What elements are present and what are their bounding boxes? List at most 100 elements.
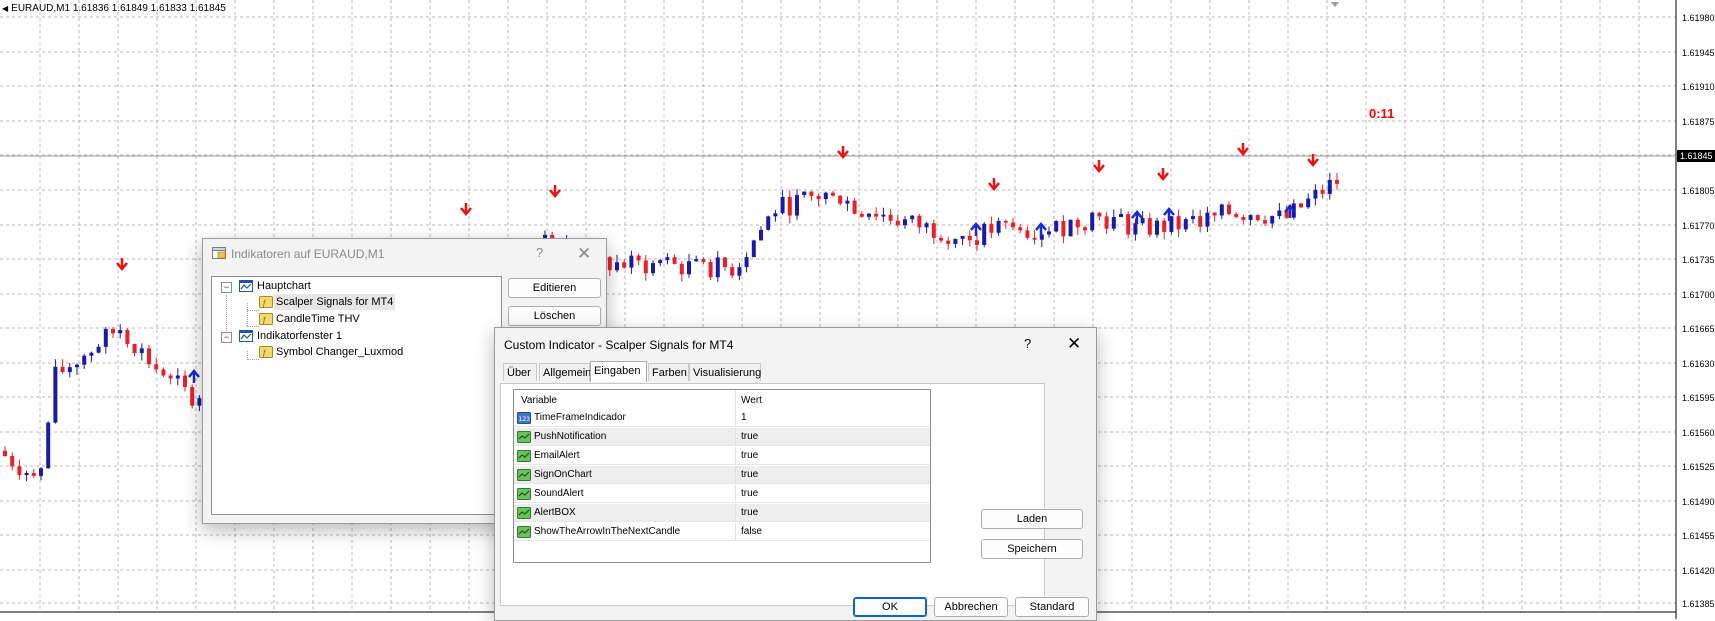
indicators-tree[interactable]: − Hauptchart f Scalper Signals for MT4 f… — [211, 276, 502, 515]
variable-value[interactable]: true — [741, 447, 758, 465]
candle-body — [1119, 214, 1123, 217]
price-axis-label: 1.61875 — [1682, 117, 1715, 127]
candle-body — [766, 216, 771, 230]
table-row[interactable]: EmailAlert true — [514, 447, 930, 465]
candle-body — [687, 261, 691, 275]
bool-icon — [517, 431, 531, 443]
candle-body — [859, 213, 864, 217]
tab-farben[interactable]: Farben — [648, 363, 689, 381]
table-row[interactable]: SoundAlert true — [514, 485, 930, 503]
price-axis-label: 1.61700 — [1682, 290, 1715, 300]
candle-body — [1054, 221, 1059, 232]
column-variable[interactable]: Variable — [521, 395, 557, 406]
price-axis-label: 1.61945 — [1682, 48, 1715, 58]
candle-body — [1205, 212, 1210, 227]
candle-body — [1191, 216, 1195, 220]
variable-value[interactable]: false — [741, 523, 762, 541]
close-icon[interactable]: ✕ — [1067, 335, 1081, 352]
default-button[interactable]: Standard — [1015, 597, 1089, 617]
candle-body — [1011, 222, 1015, 228]
candle-body — [1277, 210, 1282, 217]
candle-body — [1090, 212, 1095, 231]
candle-body — [125, 330, 130, 344]
candle-body — [10, 455, 15, 467]
candle-body — [823, 192, 828, 200]
variable-value[interactable]: true — [741, 504, 758, 522]
candle-body — [802, 191, 807, 196]
price-axis-label: 1.61980 — [1682, 13, 1715, 23]
candle-body — [132, 343, 137, 354]
table-row[interactable]: SignOnChart true — [514, 466, 930, 484]
price-axis-label: 1.61560 — [1682, 428, 1715, 438]
candle-body — [147, 348, 151, 365]
inputs-table[interactable]: Variable Wert 123 TimeFrameIndicador 1 Push… — [513, 389, 931, 563]
ok-button[interactable]: OK — [853, 597, 927, 617]
price-axis-label: 1.61525 — [1682, 462, 1715, 472]
variable-value[interactable]: 1 — [741, 409, 747, 427]
column-wert[interactable]: Wert — [741, 395, 762, 406]
save-button[interactable]: Speichern — [981, 539, 1083, 559]
table-row[interactable]: 123 TimeFrameIndicador 1 — [514, 409, 930, 427]
candle-body — [1075, 219, 1080, 228]
table-row[interactable]: AlertBOX true — [514, 504, 930, 522]
tree-item-candletime[interactable]: CandleTime THV — [274, 311, 362, 327]
candle-body — [1241, 217, 1246, 220]
candle-body — [917, 215, 922, 228]
candle-body — [39, 468, 43, 476]
variable-value[interactable]: true — [741, 485, 758, 503]
variable-value[interactable]: true — [741, 466, 758, 484]
edit-button[interactable]: Editieren — [508, 278, 601, 298]
price-axis-label: 1.61630 — [1682, 359, 1715, 369]
help-button[interactable]: ? — [536, 245, 543, 260]
close-icon[interactable]: ✕ — [577, 245, 591, 262]
collapse-indikatorfenster-icon[interactable]: − — [221, 332, 232, 343]
table-row[interactable]: ShowTheArrowInTheNextCandle false — [514, 523, 930, 541]
candle-body — [615, 262, 619, 271]
candle-body — [118, 330, 123, 334]
candle-body — [17, 466, 22, 476]
candle-body — [939, 237, 943, 241]
candle-body — [773, 213, 778, 217]
candle-body — [139, 348, 144, 354]
load-button[interactable]: Laden — [981, 509, 1083, 529]
candle-body — [658, 260, 663, 264]
candle-body — [1313, 189, 1318, 199]
tree-item-symbol-changer[interactable]: Symbol Changer_Luxmod — [274, 344, 405, 360]
candle-body — [910, 215, 915, 220]
indicators-window-icon — [212, 247, 226, 259]
price-axis-label: 1.61910 — [1682, 82, 1715, 92]
candle-body — [867, 213, 871, 217]
cancel-button[interactable]: Abbrechen — [934, 597, 1008, 617]
candle-body — [960, 235, 965, 239]
table-row[interactable]: PushNotification true — [514, 428, 930, 446]
candle-body — [723, 257, 727, 268]
variable-value[interactable]: true — [741, 428, 758, 446]
price-axis-label: 1.61385 — [1682, 599, 1715, 609]
variable-name: TimeFrameIndicador — [534, 412, 626, 423]
help-button[interactable]: ? — [1024, 336, 1031, 351]
candle-body — [924, 223, 929, 228]
collapse-hauptchart-icon[interactable]: − — [221, 282, 232, 293]
indicators-dialog-title: Indikatoren auf EURAUD,M1 — [231, 247, 385, 261]
candle-body — [168, 375, 173, 379]
tree-item-scalper-signals[interactable]: Scalper Signals for MT4 — [274, 294, 396, 310]
candle-body — [183, 375, 187, 388]
tab-eingaben[interactable]: Eingaben — [590, 361, 647, 382]
candle-body — [1097, 212, 1102, 217]
candle-body — [903, 219, 907, 226]
tree-item-hauptchart[interactable]: Hauptchart — [255, 278, 313, 294]
candle-body — [715, 257, 720, 278]
candle-body — [1083, 227, 1087, 231]
indicators-dialog-titlebar[interactable]: Indikatoren auf EURAUD,M1 ? ✕ — [203, 239, 606, 269]
delete-button[interactable]: Löschen — [508, 306, 601, 326]
tab-uber[interactable]: Über — [503, 363, 537, 381]
candle-body — [1176, 216, 1181, 230]
tab-allgemein[interactable]: Allgemein — [539, 363, 591, 381]
eingaben-panel: Variable Wert 123 TimeFrameIndicador 1 Push… — [500, 383, 1083, 606]
tree-item-indikatorfenster[interactable]: Indikatorfenster 1 — [255, 328, 344, 344]
candle-body — [975, 240, 979, 245]
tab-visualisierung[interactable]: Visualisierung — [689, 363, 761, 381]
variable-name: AlertBOX — [534, 507, 576, 518]
candle-body — [1212, 212, 1217, 216]
custom-indicator-titlebar[interactable]: Custom Indicator - Scalper Signals for M… — [495, 328, 1096, 358]
